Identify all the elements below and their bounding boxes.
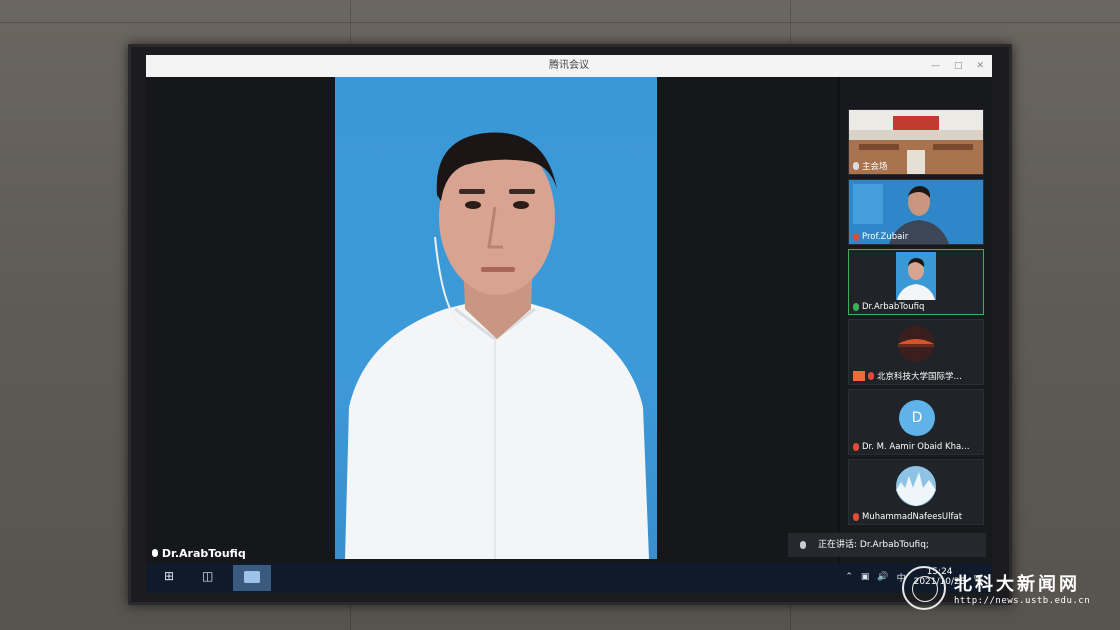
wall-seam — [0, 22, 1120, 23]
participant-tile-main-venue[interactable]: 主会场 — [848, 109, 984, 175]
window-title: 腾讯会议 — [549, 60, 589, 71]
window-controls: — □ ✕ — [931, 55, 984, 77]
network-icon[interactable]: ▣ — [861, 572, 870, 582]
task-view-icon[interactable]: ◫ — [202, 569, 213, 583]
wall-seam — [790, 0, 791, 44]
mic-muted-icon — [853, 513, 859, 521]
participant-label: 主会场 — [853, 160, 979, 172]
user-icon — [853, 371, 865, 381]
watermark-text: 北科大新闻网 http://news.ustb.edu.cn — [954, 570, 1090, 606]
mic-icon — [152, 549, 158, 557]
news-watermark: 北科大新闻网 http://news.ustb.edu.cn — [902, 566, 1090, 610]
participant-tile-prof-zubair[interactable]: Prof.Zubair — [848, 179, 984, 245]
window-titlebar: 腾讯会议 — □ ✕ — [146, 55, 992, 77]
main-speaker-name: Dr.ArabToufiq — [161, 547, 246, 560]
participant-tile-dr-arbab-toufiq[interactable]: Dr.ArbabToufiq — [848, 249, 984, 315]
mic-icon — [800, 541, 806, 549]
watermark-url: http://news.ustb.edu.cn — [954, 596, 1091, 606]
watermark-title: 北科大新闻网 — [954, 574, 1080, 595]
taskbar: ⊞ ◫ ⌃ ▣ 🔊 中 15:24 2021/10/28 ▭ — [146, 563, 992, 593]
taskbar-app-meeting[interactable] — [233, 565, 271, 591]
talking-indicator: 正在讲话: Dr.ArbabToufiq; — [788, 533, 986, 557]
talking-indicator-text: 正在讲话: Dr.ArbabToufiq; — [818, 540, 929, 550]
wall-seam — [350, 0, 351, 44]
chevron-up-icon[interactable]: ⌃ — [845, 572, 853, 582]
mic-muted-icon — [868, 372, 874, 380]
mic-active-icon — [853, 303, 859, 311]
speaker-figure — [345, 132, 649, 559]
university-seal-icon — [902, 566, 946, 610]
participant-sidebar: 主会场 Prof.Zubair Dr.ArbabToufiq 北京科技大学国际学… — [840, 77, 992, 563]
participant-label: 北京科技大学国际学… — [853, 370, 979, 382]
participant-tile-ustb[interactable]: 北京科技大学国际学… — [848, 319, 984, 385]
participant-label: Dr.ArbabToufiq — [853, 302, 979, 312]
main-speaker-label: Dr.ArabToufiq — [152, 547, 246, 560]
participant-label: MuhammadNafeesUlfat — [853, 512, 979, 522]
mic-muted-icon — [853, 443, 859, 451]
avatar: D — [899, 400, 935, 436]
participant-tile-muhammad-nafees[interactable]: MuhammadNafeesUlfat — [848, 459, 984, 525]
participant-tile-dr-m-aamir[interactable]: D Dr. M. Aamir Obaid Kha… — [848, 389, 984, 455]
mic-icon — [853, 162, 859, 170]
maximize-icon[interactable]: □ — [954, 55, 963, 77]
meeting-app-icon — [244, 571, 260, 583]
close-icon[interactable]: ✕ — [976, 55, 984, 77]
volume-icon[interactable]: 🔊 — [877, 572, 888, 582]
main-video-feed[interactable] — [335, 77, 657, 559]
windows-start-icon[interactable]: ⊞ — [164, 569, 174, 583]
mic-muted-icon — [853, 233, 859, 241]
minimize-icon[interactable]: — — [931, 55, 940, 77]
meeting-screen: 腾讯会议 — □ ✕ Dr.ArabToufiq 主会场 Prof.Zubair… — [146, 55, 992, 593]
participant-label: Prof.Zubair — [853, 232, 979, 242]
participant-label: Dr. M. Aamir Obaid Kha… — [853, 442, 979, 452]
main-video-area — [146, 77, 838, 563]
